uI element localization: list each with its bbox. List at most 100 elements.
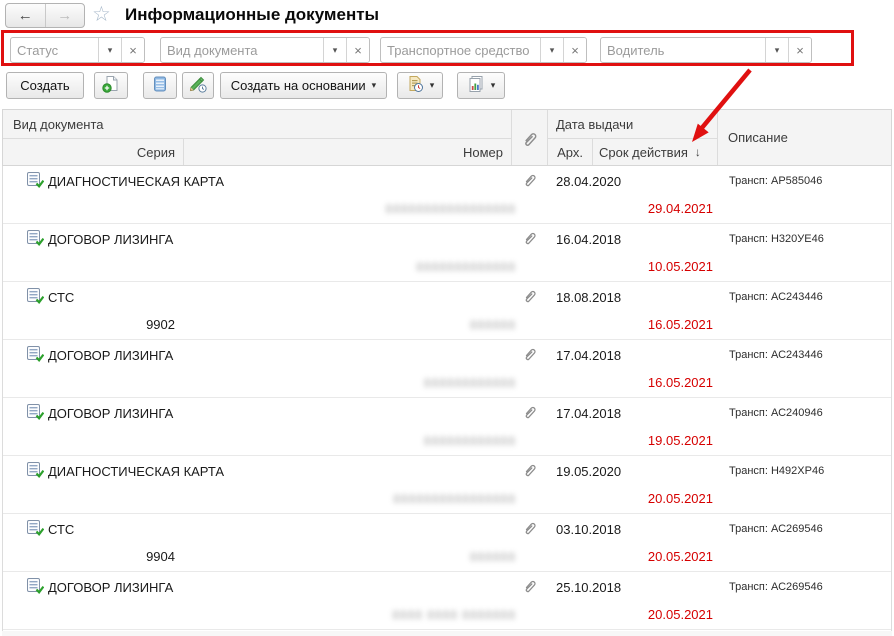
doc-number-redacted: 888888 [469, 550, 516, 564]
forward-arrow-icon: → [57, 7, 73, 24]
document-posted-icon [27, 404, 45, 425]
paperclip-icon [523, 173, 536, 193]
create-based-on-button[interactable]: Создать на основании ▾ [220, 72, 387, 99]
column-header-issue-date[interactable]: Дата выдачи [548, 110, 718, 139]
status-filter-field[interactable]: Статус ▾ × [10, 37, 145, 63]
create-button-label: Создать [20, 78, 70, 93]
doc-number-redacted: 8888888888888 [416, 260, 516, 274]
column-header-description[interactable]: Описание [718, 110, 891, 165]
document-posted-icon [27, 346, 45, 367]
doc-type-cell: ДИАГНОСТИЧЕСКАЯ КАРТА [48, 174, 225, 189]
description-cell: Трансп: АР585046 [729, 175, 823, 187]
expiry-date-cell: 19.05.2021 [647, 433, 713, 448]
column-header-arch[interactable]: Арх. [548, 139, 593, 165]
document-posted-icon [27, 230, 45, 251]
doc-number-redacted: 888888888888 [423, 434, 516, 448]
expiry-date-cell: 20.05.2021 [647, 607, 713, 622]
doc-kind-filter-field[interactable]: Вид документа ▾ × [160, 37, 370, 63]
pencil-clock-icon [189, 75, 207, 96]
chevron-down-icon[interactable]: ▾ [765, 38, 788, 62]
clear-icon[interactable]: × [346, 38, 369, 62]
issue-date-cell: 28.04.2020 [556, 174, 622, 189]
chevron-down-icon: ▾ [490, 80, 496, 90]
expiry-date-cell: 29.04.2021 [647, 201, 713, 216]
paperclip-icon [523, 231, 536, 251]
doc-type-cell: ДИАГНОСТИЧЕСКАЯ КАРТА [48, 464, 225, 479]
edit-history-button[interactable] [182, 72, 214, 99]
issue-date-cell: 03.10.2018 [556, 522, 622, 537]
issue-date-cell: 17.04.2018 [556, 348, 622, 363]
table-row[interactable]: ДОГОВОР ЛИЗИНГА 16.04.2018 Трансп: Н320У… [3, 224, 891, 282]
doc-type-cell: ДОГОВОР ЛИЗИНГА [48, 580, 174, 595]
expiry-date-cell: 20.05.2021 [647, 549, 713, 564]
issue-date-cell: 17.04.2018 [556, 406, 622, 421]
chevron-down-icon: ▾ [371, 80, 377, 90]
create-button[interactable]: Создать [6, 72, 84, 99]
back-button[interactable]: ← [6, 4, 46, 27]
report-chart-icon [467, 75, 485, 96]
table-row[interactable]: ДОГОВОР ЛИЗИНГА 25.10.2018 Трансп: АС269… [3, 572, 891, 630]
issue-date-cell: 25.10.2018 [556, 580, 622, 595]
chevron-down-icon[interactable]: ▾ [323, 38, 346, 62]
driver-filter-field[interactable]: Водитель ▾ × [600, 37, 812, 63]
paperclip-icon [523, 347, 536, 367]
table-row[interactable]: СТС 18.08.2018 Трансп: АС243446 9902 888… [3, 282, 891, 340]
scheduled-document-menu-button[interactable]: ▾ [397, 72, 443, 99]
seria-cell: 9902 [146, 317, 175, 332]
clear-icon[interactable]: × [121, 38, 144, 62]
paperclip-icon [523, 405, 536, 425]
vehicle-filter-field[interactable]: Транспортное средство ▾ × [380, 37, 587, 63]
forward-button[interactable]: → [46, 4, 85, 27]
list-view-button[interactable] [143, 72, 177, 99]
table-row[interactable]: ДОГОВОР ЛИЗИНГА 17.04.2018 Трансп: АС243… [3, 340, 891, 398]
clear-icon[interactable]: × [563, 38, 586, 62]
document-posted-icon [27, 520, 45, 541]
table-row[interactable]: ДИАГНОСТИЧЕСКАЯ КАРТА 28.04.2020 Трансп:… [3, 166, 891, 224]
description-cell: Трансп: АС243446 [729, 349, 823, 361]
informational-documents-window: ← → ☆ Информационные документы Статус ▾ … [0, 0, 894, 636]
history-nav: ← → [5, 3, 85, 28]
column-header-attachment[interactable] [512, 110, 548, 165]
document-posted-icon [27, 578, 45, 599]
list-view-icon [151, 75, 169, 96]
page-title: Информационные документы [125, 5, 380, 24]
doc-number-redacted: 888888 [469, 318, 516, 332]
description-cell: Трансп: АС269546 [729, 581, 823, 593]
reports-menu-button[interactable]: ▾ [457, 72, 505, 99]
clear-icon[interactable]: × [788, 38, 811, 62]
description-cell: Трансп: АС269546 [729, 523, 823, 535]
doc-kind-filter-placeholder[interactable]: Вид документа [161, 38, 323, 62]
expiry-date-cell: 16.05.2021 [647, 317, 713, 332]
favorite-star-icon[interactable]: ☆ [92, 2, 111, 27]
doc-type-cell: СТС [48, 290, 75, 305]
paperclip-icon [523, 579, 536, 599]
new-document-button[interactable] [94, 72, 128, 99]
paperclip-icon [523, 521, 536, 541]
back-arrow-icon: ← [17, 7, 33, 24]
description-cell: Трансп: АС243446 [729, 291, 823, 303]
document-posted-icon [27, 462, 45, 483]
column-header-expiry[interactable]: Срок действия ↓ [593, 139, 718, 165]
column-header-number[interactable]: Номер [184, 139, 512, 165]
column-header-seria[interactable]: Серия [3, 139, 184, 165]
document-posted-icon [27, 288, 45, 309]
table-row[interactable]: ДОГОВОР ЛИЗИНГА 17.04.2018 Трансп: АС240… [3, 398, 891, 456]
expiry-date-cell: 16.05.2021 [647, 375, 713, 390]
doc-type-cell: ДОГОВОР ЛИЗИНГА [48, 406, 174, 421]
chevron-down-icon[interactable]: ▾ [540, 38, 563, 62]
description-cell: Трансп: Н492ХР46 [729, 465, 825, 477]
issue-date-cell: 16.04.2018 [556, 232, 622, 247]
status-filter-placeholder[interactable]: Статус [11, 38, 98, 62]
column-header-doc-type[interactable]: Вид документа [3, 110, 512, 139]
sort-descending-icon: ↓ [694, 145, 701, 159]
issue-date-cell: 18.08.2018 [556, 290, 622, 305]
column-header-expiry-label: Срок действия [599, 144, 688, 160]
expiry-date-cell: 20.05.2021 [647, 491, 713, 506]
issue-date-cell: 19.05.2020 [556, 464, 622, 479]
table-row[interactable]: ДИАГНОСТИЧЕСКАЯ КАРТА 19.05.2020 Трансп:… [3, 456, 891, 514]
vehicle-filter-placeholder[interactable]: Транспортное средство [381, 38, 540, 62]
paperclip-icon [522, 131, 537, 151]
chevron-down-icon[interactable]: ▾ [98, 38, 121, 62]
driver-filter-placeholder[interactable]: Водитель [601, 38, 765, 62]
table-row[interactable]: СТС 03.10.2018 Трансп: АС269546 9904 888… [3, 514, 891, 572]
